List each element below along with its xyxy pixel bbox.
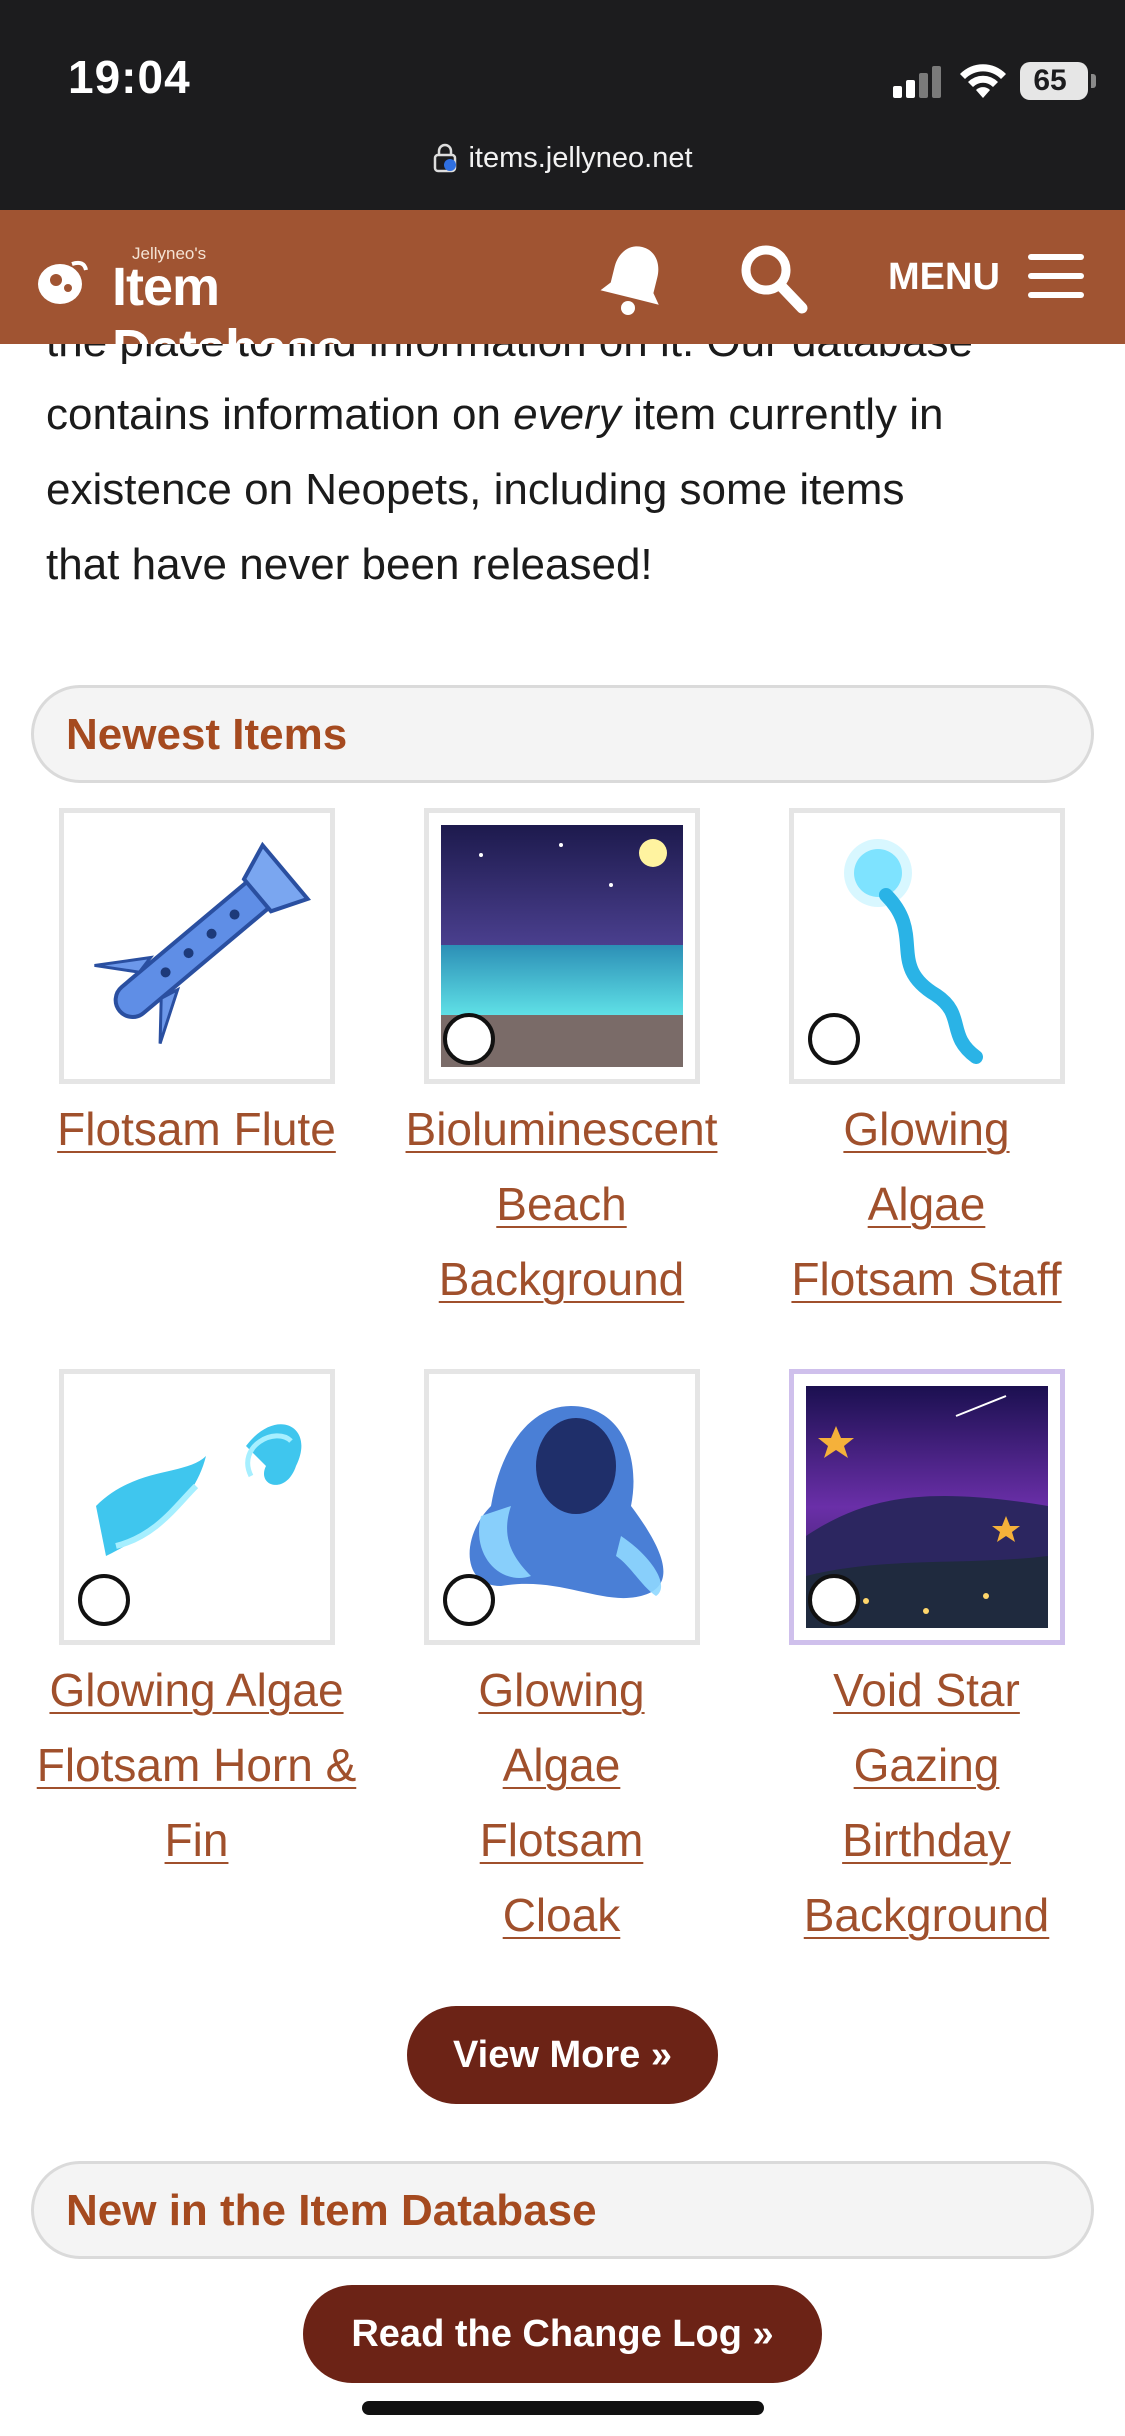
- battery-icon: 65: [1020, 62, 1096, 100]
- change-log-title: New in the Item Database: [66, 2186, 597, 2235]
- menu-label: MENU: [888, 256, 1000, 298]
- item-image[interactable]: [58, 1369, 335, 1645]
- item-link[interactable]: Glowing Algae Flotsam Horn & Fin: [14, 1653, 379, 1878]
- wearable-icon: [442, 1013, 495, 1065]
- wearable-icon: [807, 1013, 860, 1065]
- newest-items-title: Newest Items: [66, 710, 348, 759]
- intro-line-2: existence on Neopets, including some ite…: [46, 465, 905, 514]
- jellyneo-logo-icon: [38, 260, 88, 304]
- wearable-icon: [442, 1574, 495, 1626]
- intro-line-3: that have never been released!: [46, 540, 653, 589]
- view-more-button[interactable]: View More »: [407, 2006, 718, 2104]
- intro-line-1: contains information on every item curre…: [46, 390, 944, 439]
- status-bar: 19:04 65 items.jellyneo.net: [0, 0, 1125, 210]
- item-link[interactable]: Void Star Gazing Birthday Background: [744, 1653, 1109, 1953]
- item-link[interactable]: Glowing Algae Flotsam Staff: [744, 1092, 1109, 1317]
- item-image[interactable]: [58, 808, 335, 1084]
- newest-items-header: Newest Items: [31, 685, 1094, 783]
- site-header: Jellyneo's Item Database MENU: [0, 210, 1125, 379]
- status-time: 19:04: [68, 51, 191, 103]
- item-card[interactable]: Void Star Gazing Birthday Background: [744, 1369, 1109, 1953]
- item-card[interactable]: Glowing Algae Flotsam Horn & Fin: [14, 1369, 379, 1878]
- item-image[interactable]: [423, 808, 700, 1084]
- item-link[interactable]: Bioluminescent Beach Background: [379, 1092, 744, 1317]
- item-image[interactable]: [423, 1369, 700, 1645]
- bell-icon[interactable]: [598, 240, 670, 316]
- wearable-icon: [77, 1574, 130, 1626]
- home-indicator[interactable]: [362, 2401, 764, 2415]
- hamburger-icon: [1028, 254, 1084, 298]
- cellular-signal-icon: [893, 64, 943, 98]
- item-link[interactable]: Glowing Algae Flotsam Cloak: [379, 1653, 744, 1953]
- lock-icon: [434, 143, 457, 173]
- intro-cut-line: the place to find information on it. Our…: [46, 344, 1086, 364]
- intro-paragraph: contains information on every item curre…: [46, 377, 1096, 602]
- url-text: items.jellyneo.net: [468, 142, 693, 174]
- item-image[interactable]: [788, 1369, 1065, 1645]
- item-card[interactable]: Bioluminescent Beach Background: [379, 808, 744, 1317]
- read-change-log-button[interactable]: Read the Change Log »: [303, 2285, 822, 2383]
- address-bar[interactable]: items.jellyneo.net: [0, 142, 1125, 175]
- item-link[interactable]: Flotsam Flute: [14, 1092, 379, 1167]
- item-card[interactable]: Glowing Algae Flotsam Staff: [744, 808, 1109, 1317]
- wifi-icon: [960, 64, 1006, 98]
- site-logo[interactable]: Jellyneo's Item Database: [32, 242, 452, 379]
- item-card[interactable]: Flotsam Flute: [14, 808, 379, 1167]
- change-log-header: New in the Item Database: [31, 2161, 1094, 2259]
- item-card[interactable]: Glowing Algae Flotsam Cloak: [379, 1369, 744, 1953]
- wearable-icon: [807, 1574, 860, 1626]
- battery-level: 65: [1033, 64, 1067, 97]
- search-icon[interactable]: [738, 242, 808, 314]
- flute-image: [93, 841, 311, 1045]
- item-image[interactable]: [788, 808, 1065, 1084]
